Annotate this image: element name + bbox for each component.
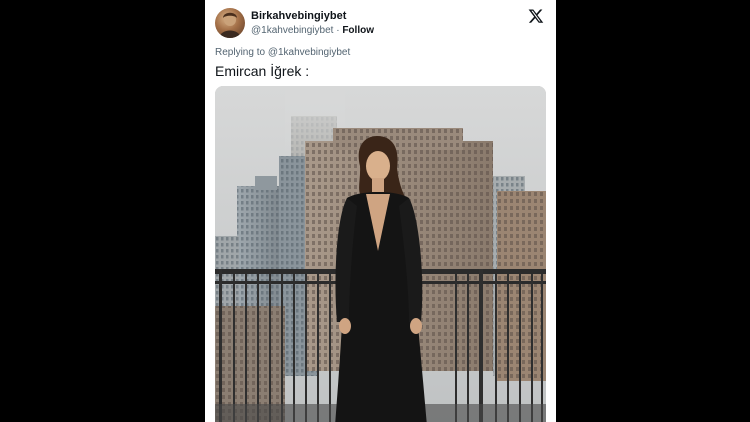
- replying-prefix: Replying to: [215, 47, 268, 58]
- display-name[interactable]: Birkahvebingiybet: [251, 10, 346, 22]
- avatar[interactable]: [215, 8, 245, 38]
- follow-button[interactable]: Follow: [342, 25, 374, 36]
- user-handle[interactable]: @1kahvebingiybet: [251, 25, 333, 36]
- tweet-photo[interactable]: [215, 86, 546, 422]
- replying-mention[interactable]: @1kahvebingiybet: [268, 47, 350, 58]
- replying-to: Replying to @1kahvebingiybet: [215, 47, 350, 58]
- handle-row: @1kahvebingiybet · Follow: [251, 25, 374, 36]
- screen: Birkahvebingiybet @1kahvebingiybet · Fol…: [0, 0, 750, 422]
- avatar-image: [219, 12, 241, 38]
- tweet-header: Birkahvebingiybet @1kahvebingiybet · Fol…: [215, 8, 546, 40]
- x-logo-icon[interactable]: [528, 8, 544, 24]
- tweet-text: Emircan İğrek :: [215, 63, 310, 79]
- separator-dot: ·: [333, 25, 343, 36]
- photo-illustration: [215, 86, 546, 422]
- tweet-card: Birkahvebingiybet @1kahvebingiybet · Fol…: [205, 0, 556, 422]
